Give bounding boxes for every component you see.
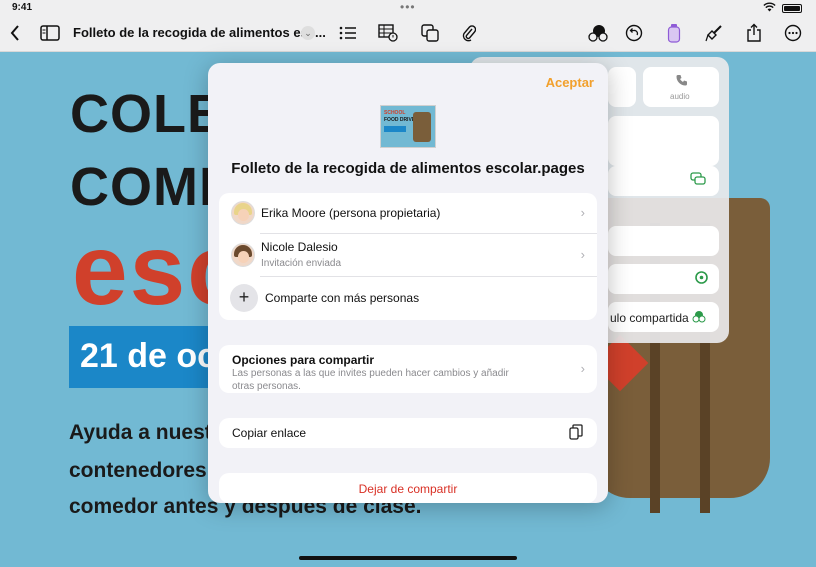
person-row-owner[interactable]: Erika Moore (persona propietaria) ›	[219, 193, 597, 233]
sidebar-icon[interactable]	[39, 22, 61, 44]
chevron-right-icon: ›	[580, 205, 585, 220]
message-icon	[690, 172, 706, 189]
share-options-title: Opciones para compartir	[232, 353, 375, 367]
plus-icon[interactable]: +	[230, 284, 258, 312]
thumbnail-banner	[384, 126, 406, 132]
invitation-status: Invitación enviada	[261, 258, 342, 269]
share-sheet: Aceptar SCHOOL FOOD DRIVE Folleto de la …	[208, 63, 608, 503]
battery-icon	[782, 4, 802, 13]
popover-button[interactable]	[608, 67, 636, 107]
thumbnail-bin	[413, 112, 431, 142]
list-icon[interactable]	[337, 22, 359, 44]
home-indicator[interactable]	[299, 556, 517, 560]
chevron-right-icon: ›	[580, 361, 585, 376]
shapes-icon[interactable]	[419, 22, 441, 44]
share-icon[interactable]	[743, 22, 765, 44]
share-options-row[interactable]: Opciones para compartir Las personas a l…	[219, 345, 597, 393]
stop-sharing-label: Dejar de compartir	[358, 482, 458, 496]
phone-icon	[676, 74, 688, 89]
status-time: 9:41	[12, 2, 33, 13]
share-options-description: Las personas a las que invites pueden ha…	[232, 368, 509, 392]
people-group: Erika Moore (persona propietaria) › Nico…	[219, 193, 597, 320]
add-people-label: Comparte con más personas	[265, 291, 420, 305]
copy-link-icon	[569, 424, 583, 443]
document-thumbnail: SCHOOL FOOD DRIVE	[380, 105, 436, 148]
collaborate-icon	[692, 310, 706, 326]
status-bar: 9:41 •••	[0, 0, 816, 16]
flyer-body-line2: contenedores	[69, 459, 207, 482]
share-sheet-title: Folleto de la recogida de alimentos esco…	[231, 160, 585, 177]
collaborate-icon[interactable]	[587, 22, 609, 44]
avatar-face	[238, 209, 249, 221]
flyer-date: 21 de oc	[80, 337, 217, 375]
chevron-down-icon[interactable]: ⌄	[301, 26, 315, 40]
wifi-icon	[763, 2, 776, 15]
more-icon[interactable]	[782, 22, 804, 44]
thumbnail-text: SCHOOL	[384, 110, 406, 116]
format-icon[interactable]	[663, 22, 685, 44]
back-icon[interactable]	[4, 22, 26, 44]
chevron-right-icon: ›	[580, 247, 585, 262]
avatar-face	[238, 251, 249, 263]
avatar	[231, 243, 255, 267]
accept-button[interactable]: Aceptar	[546, 75, 594, 90]
document-title[interactable]: Folleto de la recogida de alimentos esc.…	[73, 25, 326, 40]
person-name: Erika Moore (persona propietaria)	[261, 206, 441, 220]
copy-link-button[interactable]: Copiar enlace	[219, 418, 597, 448]
activity-icon	[695, 271, 708, 287]
brush-icon[interactable]	[703, 22, 725, 44]
toolbar: Folleto de la recogida de alimentos esc.…	[0, 16, 816, 52]
undo-icon[interactable]	[623, 22, 645, 44]
popover-row[interactable]	[608, 116, 719, 166]
thumbnail-text: FOOD DRIVE	[384, 117, 416, 123]
avatar	[231, 201, 255, 225]
flyer-body-line1: Ayuda a nuest	[69, 421, 212, 444]
stop-sharing-button[interactable]: Dejar de compartir	[219, 473, 597, 503]
flyer-heading-line2: COMI	[70, 157, 215, 217]
popover-row[interactable]	[608, 226, 719, 256]
table-icon[interactable]	[377, 22, 399, 44]
add-people-row[interactable]: Comparte con más personas	[219, 277, 597, 320]
paperclip-icon[interactable]	[458, 22, 480, 44]
person-name: Nicole Dalesio	[261, 240, 338, 254]
person-row-invitee[interactable]: Nicole Dalesio Invitación enviada ›	[219, 234, 597, 276]
copy-link-label: Copiar enlace	[232, 426, 307, 440]
status-indicators	[763, 2, 802, 15]
multitasking-dots-icon[interactable]: •••	[400, 0, 416, 14]
shared-collaboration-label: ulo compartida	[610, 311, 689, 325]
audio-label: audio	[670, 92, 690, 101]
